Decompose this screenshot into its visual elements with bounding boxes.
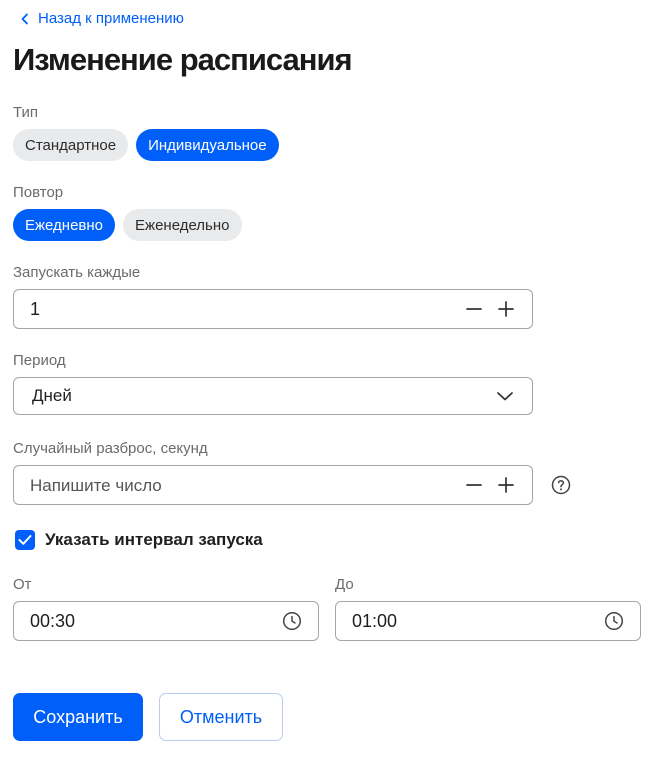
to-time-input[interactable]: 01:00 xyxy=(335,601,641,641)
from-time-value: 00:30 xyxy=(30,610,76,631)
repeat-option-weekly[interactable]: Еженедельно xyxy=(123,209,242,241)
run-every-label: Запускать каждые xyxy=(13,264,141,281)
type-segmented-control: Стандартное Индивидуальное xyxy=(13,129,279,161)
clock-icon[interactable] xyxy=(282,611,302,631)
help-icon[interactable] xyxy=(551,475,571,495)
save-button[interactable]: Сохранить xyxy=(13,693,143,741)
decrement-button[interactable] xyxy=(458,469,490,501)
type-label: Тип xyxy=(13,104,39,121)
period-label: Период xyxy=(13,352,66,369)
repeat-label: Повтор xyxy=(13,184,64,201)
period-select[interactable]: Дней xyxy=(13,377,533,415)
increment-button[interactable] xyxy=(490,469,522,501)
decrement-button[interactable] xyxy=(458,293,490,325)
to-time-value: 01:00 xyxy=(352,610,398,631)
random-spread-stepper xyxy=(13,465,533,505)
random-spread-label: Случайный разброс, секунд xyxy=(13,440,208,457)
run-every-stepper xyxy=(13,289,533,329)
launch-interval-label: Указать интервал запуска xyxy=(45,530,263,549)
random-spread-input[interactable] xyxy=(14,466,458,504)
from-time-input[interactable]: 00:30 xyxy=(13,601,319,641)
page-title: Изменение расписания xyxy=(13,42,353,77)
from-label: От xyxy=(13,576,32,593)
back-link[interactable]: Назад к применению xyxy=(20,10,184,27)
cancel-button[interactable]: Отменить xyxy=(159,693,283,741)
type-option-standard[interactable]: Стандартное xyxy=(13,129,129,161)
repeat-segmented-control: Ежедневно Еженедельно xyxy=(13,209,242,241)
minus-icon xyxy=(466,308,482,310)
launch-interval-checkbox[interactable]: Указать интервал запуска xyxy=(15,530,263,550)
repeat-option-daily[interactable]: Ежедневно xyxy=(13,209,116,241)
plus-icon xyxy=(498,301,514,317)
checkbox-checked[interactable] xyxy=(15,530,35,550)
back-link-label: Назад к применению xyxy=(38,10,184,27)
checkmark-icon xyxy=(18,535,32,545)
chevron-down-icon xyxy=(497,392,513,401)
run-every-input[interactable] xyxy=(14,290,458,328)
period-selected-value: Дней xyxy=(32,386,72,405)
chevron-left-icon xyxy=(21,13,28,24)
type-option-individual[interactable]: Индивидуальное xyxy=(136,129,279,161)
clock-icon[interactable] xyxy=(604,611,624,631)
to-label: До xyxy=(335,576,354,593)
plus-icon xyxy=(498,477,514,493)
increment-button[interactable] xyxy=(490,293,522,325)
minus-icon xyxy=(466,484,482,486)
